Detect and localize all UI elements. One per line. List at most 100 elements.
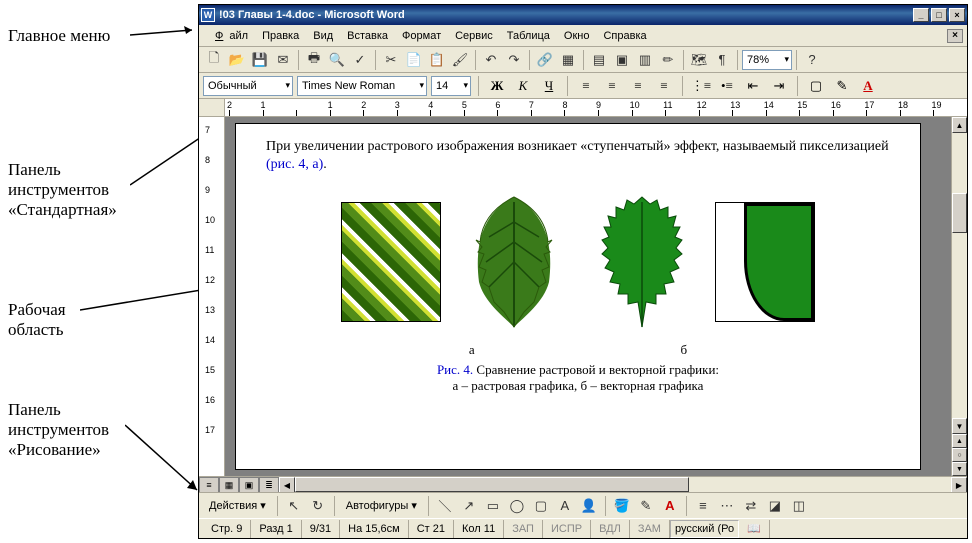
status-rec[interactable]: ЗАП: [504, 520, 543, 538]
save-icon[interactable]: 💾: [249, 49, 271, 71]
insert-table-icon[interactable]: ▤: [588, 49, 610, 71]
paste-icon[interactable]: 📋: [426, 49, 448, 71]
format-painter-icon[interactable]: 🖌: [449, 49, 471, 71]
menu-table[interactable]: Таблица: [501, 28, 556, 44]
prev-page-button[interactable]: ▲: [952, 434, 967, 448]
arrow-style-icon[interactable]: ⇄: [740, 495, 762, 517]
bullets-icon[interactable]: •≡: [716, 75, 738, 97]
close-button[interactable]: ×: [949, 8, 965, 22]
rotate-icon[interactable]: ↻: [307, 495, 329, 517]
cut-icon[interactable]: ✂: [380, 49, 402, 71]
close-document-button[interactable]: ×: [947, 29, 963, 43]
horizontal-scrollbar[interactable]: ◀ ▶: [279, 477, 967, 492]
line-color-icon[interactable]: ✎: [635, 495, 657, 517]
web-view-button[interactable]: ▦: [219, 477, 239, 493]
text-color-icon[interactable]: A: [659, 495, 681, 517]
figure-link[interactable]: (рис. 4, а): [266, 157, 323, 172]
status-line: Ст 21: [409, 520, 454, 538]
scroll-down-button[interactable]: ▼: [952, 418, 967, 434]
drawing-actions-menu[interactable]: Действия ▾: [203, 497, 272, 514]
hyperlink-icon[interactable]: 🔗: [534, 49, 556, 71]
borders-icon[interactable]: ▢: [805, 75, 827, 97]
underline-button[interactable]: Ч: [538, 75, 560, 97]
font-color-icon[interactable]: A: [857, 75, 879, 97]
browse-object-button[interactable]: ○: [952, 448, 967, 462]
font-combo[interactable]: Times New Roman: [297, 76, 427, 96]
minimize-button[interactable]: _: [913, 8, 929, 22]
copy-icon[interactable]: 📄: [403, 49, 425, 71]
preview-icon[interactable]: 🔍: [326, 49, 348, 71]
menu-edit[interactable]: Правка: [256, 28, 305, 44]
dash-style-icon[interactable]: ⋯: [716, 495, 738, 517]
vertical-scrollbar[interactable]: ▲ ▼ ▲ ○ ▼: [951, 117, 967, 476]
bold-button[interactable]: Ж: [486, 75, 508, 97]
horizontal-ruler[interactable]: 2112345678910111213141516171819: [225, 99, 967, 116]
size-combo[interactable]: 14: [431, 76, 471, 96]
scroll-up-button[interactable]: ▲: [952, 117, 967, 133]
menu-window[interactable]: Окно: [558, 28, 596, 44]
status-ext[interactable]: ВДЛ: [591, 520, 630, 538]
wordart-icon[interactable]: A: [554, 495, 576, 517]
scroll-right-button[interactable]: ▶: [951, 477, 967, 493]
scroll-thumb[interactable]: [952, 193, 967, 233]
vertical-ruler[interactable]: 7891011121314151617: [199, 117, 225, 476]
outdent-icon[interactable]: ⇤: [742, 75, 764, 97]
autoshapes-menu[interactable]: Автофигуры ▾: [340, 497, 423, 514]
rectangle-icon[interactable]: ▭: [482, 495, 504, 517]
status-ovr[interactable]: ЗАМ: [630, 520, 670, 538]
open-icon[interactable]: 📂: [226, 49, 248, 71]
help-icon[interactable]: ?: [801, 49, 823, 71]
menu-help[interactable]: Справка: [597, 28, 652, 44]
drawing-icon[interactable]: ✏: [657, 49, 679, 71]
status-trk[interactable]: ИСПР: [543, 520, 591, 538]
map-icon[interactable]: 🗺: [688, 49, 710, 71]
line-icon[interactable]: ＼: [434, 495, 456, 517]
oval-icon[interactable]: ◯: [506, 495, 528, 517]
menu-file[interactable]: Файл: [203, 28, 254, 44]
new-icon[interactable]: 🗋: [203, 49, 225, 71]
zoom-combo[interactable]: 78%: [742, 50, 792, 70]
clipart-icon[interactable]: 👤: [578, 495, 600, 517]
scroll-left-button[interactable]: ◀: [279, 477, 295, 493]
redo-icon[interactable]: ↷: [503, 49, 525, 71]
spellcheck-icon[interactable]: ✓: [349, 49, 371, 71]
body-paragraph: При увеличении растрового изображения во…: [266, 138, 890, 174]
columns-icon[interactable]: ▥: [634, 49, 656, 71]
line-style-icon[interactable]: ≡: [692, 495, 714, 517]
maximize-button[interactable]: □: [931, 8, 947, 22]
align-center-icon[interactable]: ≡: [601, 75, 623, 97]
menu-format[interactable]: Формат: [396, 28, 447, 44]
tables-icon[interactable]: ▦: [557, 49, 579, 71]
mail-icon[interactable]: ✉: [272, 49, 294, 71]
numbering-icon[interactable]: ⋮≡: [690, 75, 712, 97]
menu-view[interactable]: Вид: [307, 28, 339, 44]
menu-tools[interactable]: Сервис: [449, 28, 499, 44]
show-all-icon[interactable]: ¶: [711, 49, 733, 71]
justify-icon[interactable]: ≡: [653, 75, 675, 97]
arrow-icon[interactable]: ↗: [458, 495, 480, 517]
shadow-icon[interactable]: ◪: [764, 495, 786, 517]
print-icon[interactable]: 🖶: [303, 49, 325, 71]
status-book-icon[interactable]: 📖: [739, 520, 770, 538]
excel-icon[interactable]: ▣: [611, 49, 633, 71]
align-left-icon[interactable]: ≡: [575, 75, 597, 97]
highlight-icon[interactable]: ✎: [831, 75, 853, 97]
align-right-icon[interactable]: ≡: [627, 75, 649, 97]
normal-view-button[interactable]: ≡: [199, 477, 219, 493]
select-arrow-icon[interactable]: ↖: [283, 495, 305, 517]
menu-insert[interactable]: Вставка: [341, 28, 394, 44]
document-page[interactable]: При увеличении растрового изображения во…: [235, 123, 921, 470]
indent-icon[interactable]: ⇥: [768, 75, 790, 97]
h-scroll-thumb[interactable]: [295, 477, 689, 492]
italic-button[interactable]: К: [512, 75, 534, 97]
outline-view-button[interactable]: ≣: [259, 477, 279, 493]
fill-color-icon[interactable]: 🪣: [611, 495, 633, 517]
style-combo[interactable]: Обычный: [203, 76, 293, 96]
print-view-button[interactable]: ▣: [239, 477, 259, 493]
3d-icon[interactable]: ◫: [788, 495, 810, 517]
status-language[interactable]: русский (Ро: [670, 520, 739, 538]
textbox-icon[interactable]: ▢: [530, 495, 552, 517]
titlebar[interactable]: W !03 Главы 1-4.doc - Microsoft Word _ □…: [199, 5, 967, 25]
undo-icon[interactable]: ↶: [480, 49, 502, 71]
next-page-button[interactable]: ▼: [952, 462, 967, 476]
